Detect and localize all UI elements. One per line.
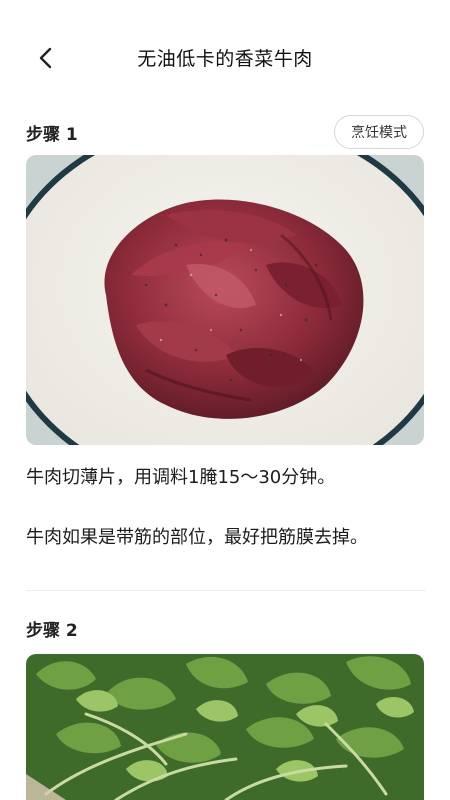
step-2-title: 步骤 2 <box>26 620 78 641</box>
top-bar: 无油低卡的香菜牛肉 <box>0 0 450 118</box>
step-1-title: 步骤 1 <box>26 124 78 145</box>
step-2-image <box>26 654 424 800</box>
step-1-paragraph-2: 牛肉如果是带筋的部位，最好把筋膜去掉。 <box>26 527 368 548</box>
step-1-header: 步骤 1 烹饪模式 <box>26 112 424 152</box>
step-2-header: 步骤 2 <box>26 608 424 648</box>
page-title: 无油低卡的香菜牛肉 <box>137 48 313 70</box>
step-1-paragraph-1: 牛肉切薄片，用调料1腌15～30分钟。 <box>26 467 336 488</box>
step-divider <box>26 590 426 591</box>
cook-mode-button[interactable]: 烹饪模式 <box>334 115 424 149</box>
step-1-text: 牛肉切薄片，用调料1腌15～30分钟。 牛肉如果是带筋的部位，最好把筋膜去掉。 <box>26 462 426 553</box>
step-1-image <box>26 155 424 445</box>
